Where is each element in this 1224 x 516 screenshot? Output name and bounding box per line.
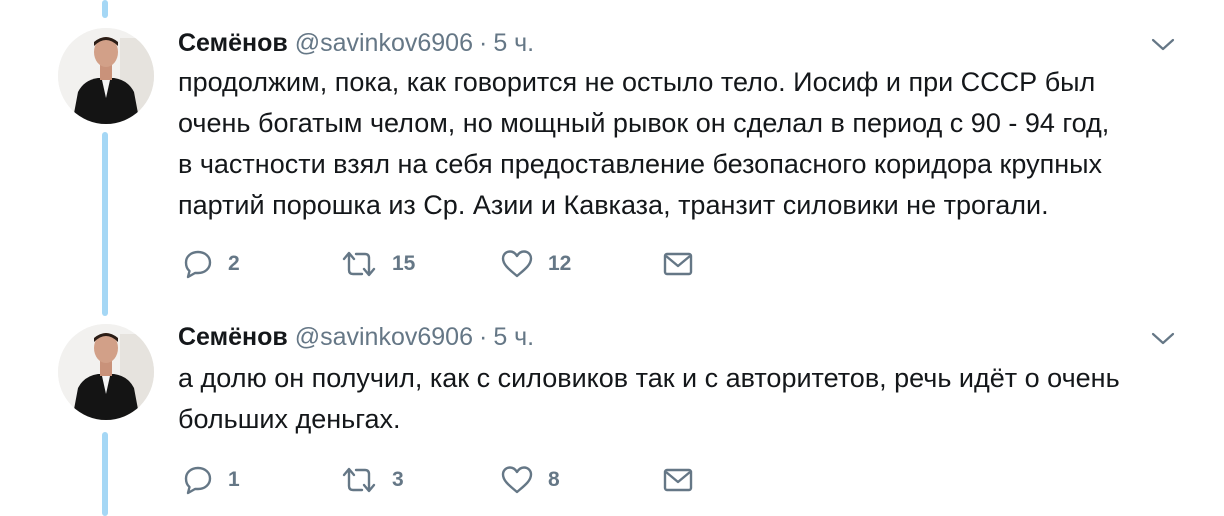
tweet-header: Семёнов @savinkov6906 · 5 ч. xyxy=(178,28,534,58)
direct-message-button[interactable] xyxy=(662,246,694,282)
speech-bubble-icon xyxy=(184,466,212,495)
reply-count: 2 xyxy=(228,252,240,275)
like-count: 12 xyxy=(548,252,572,275)
reply-button[interactable]: 1 xyxy=(182,462,240,498)
speech-bubble-icon xyxy=(184,250,212,279)
tweet[interactable]: Семёнов @savinkov6906 · 5 ч. продолжим, по… xyxy=(0,0,1224,300)
tweet-text-line: больших деньгах. xyxy=(178,404,401,434)
envelope-icon xyxy=(663,252,693,276)
reply-button[interactable]: 2 xyxy=(182,246,240,282)
author-handle[interactable]: @savinkov6906 xyxy=(295,323,473,351)
tweet-text-line: партий порошка из Ср. Азии и Кавказа, тр… xyxy=(178,190,1049,220)
like-count: 8 xyxy=(548,468,560,491)
author-name[interactable]: Семёнов xyxy=(178,323,288,351)
retweet-button[interactable]: 3 xyxy=(340,462,404,498)
retweet-arrows-icon xyxy=(342,251,376,277)
avatar[interactable] xyxy=(58,28,154,124)
timestamp[interactable]: 5 ч. xyxy=(493,29,534,57)
tweet-text-line: в частности взял на себя предоставление … xyxy=(178,149,1103,179)
heart-icon xyxy=(501,466,533,494)
reply-count: 1 xyxy=(228,468,240,491)
tweet-header: Семёнов @savinkov6906 · 5 ч. xyxy=(178,322,534,352)
heart-icon xyxy=(501,250,533,278)
tweet-text-line: а долю он получил, как с силовиков так и… xyxy=(178,363,1120,393)
direct-message-button[interactable] xyxy=(662,462,694,498)
retweet-count: 15 xyxy=(392,252,416,275)
tweet-text: а долю он получил, как с силовиков так и… xyxy=(178,358,1188,440)
retweet-arrows-icon xyxy=(342,467,376,493)
avatar-image xyxy=(58,28,154,124)
separator-dot: · xyxy=(478,29,488,57)
separator-dot: · xyxy=(478,323,488,351)
retweet-button[interactable]: 15 xyxy=(340,246,415,282)
tweet-menu-button[interactable] xyxy=(1150,36,1176,54)
chevron-down-icon xyxy=(1151,38,1175,51)
author-handle[interactable]: @savinkov6906 xyxy=(295,29,473,57)
tweet-text-line: очень богатым челом, но мощный рывок он … xyxy=(178,108,1110,138)
tweet-menu-button[interactable] xyxy=(1150,330,1176,348)
avatar[interactable] xyxy=(58,324,154,420)
tweet-text-line: продолжим, пока, как говорится не остыло… xyxy=(178,67,1096,97)
avatar-image xyxy=(58,324,154,420)
tweet-text: продолжим, пока, как говорится не остыло… xyxy=(178,62,1188,226)
like-button[interactable]: 12 xyxy=(500,246,571,282)
author-name[interactable]: Семёнов xyxy=(178,29,288,57)
envelope-icon xyxy=(663,468,693,492)
tweet[interactable]: Семёнов @savinkov6906 · 5 ч. а долю он пол… xyxy=(0,300,1224,516)
retweet-count: 3 xyxy=(392,468,404,491)
chevron-down-icon xyxy=(1151,332,1175,345)
like-button[interactable]: 8 xyxy=(500,462,560,498)
timestamp[interactable]: 5 ч. xyxy=(493,323,534,351)
tweet-thread: Семёнов @savinkov6906 · 5 ч. продолжим, по… xyxy=(0,0,1224,516)
